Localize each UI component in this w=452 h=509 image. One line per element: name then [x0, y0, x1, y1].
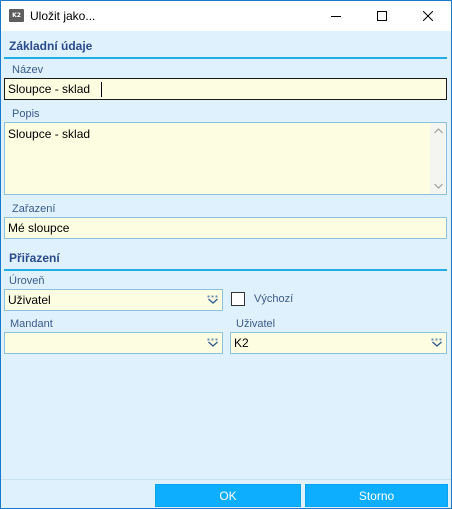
- level-select-value: Uživatel: [8, 293, 51, 307]
- category-input-value: Mé sloupce: [8, 221, 70, 235]
- name-input[interactable]: Sloupce - sklad: [4, 78, 447, 100]
- category-input[interactable]: Mé sloupce: [4, 217, 447, 239]
- level-select[interactable]: Uživatel: [4, 289, 223, 311]
- close-button[interactable]: [405, 1, 451, 31]
- default-label[interactable]: Výchozí: [254, 293, 293, 305]
- dropdown-arrow-icon: [431, 338, 442, 347]
- section-assignment-header: Přiřazení: [4, 249, 447, 271]
- dialog-content: Základní údaje Název Sloupce - sklad Pop…: [1, 31, 451, 479]
- save-as-dialog: K2 Uložit jako... Základní údaje Název S…: [0, 0, 452, 509]
- text-caret: [101, 82, 102, 97]
- description-textarea[interactable]: Sloupce - sklad: [4, 122, 447, 195]
- description-value: Sloupce - sklad: [8, 127, 91, 141]
- user-select[interactable]: K2: [230, 332, 447, 354]
- level-label: Úroveň: [9, 275, 45, 287]
- dropdown-arrow-icon: [207, 295, 218, 304]
- window-title: Uložit jako...: [30, 9, 96, 23]
- section-assignment-title: Přiřazení: [9, 251, 60, 265]
- name-input-value: Sloupce - sklad: [8, 82, 91, 96]
- title-bar[interactable]: K2 Uložit jako...: [1, 1, 451, 31]
- name-label: Název: [12, 64, 44, 76]
- section-basic-header: Základní údaje: [4, 37, 447, 59]
- close-icon: [423, 11, 433, 21]
- minimize-button[interactable]: [313, 1, 359, 31]
- mandant-select[interactable]: [4, 332, 223, 354]
- maximize-button[interactable]: [359, 1, 405, 31]
- cancel-button[interactable]: Storno: [305, 484, 448, 507]
- default-checkbox[interactable]: [231, 292, 245, 306]
- maximize-icon: [377, 11, 387, 21]
- scroll-down-button[interactable]: [430, 178, 446, 194]
- user-label: Uživatel: [236, 318, 276, 330]
- category-label: Zařazení: [12, 203, 56, 215]
- mandant-label: Mandant: [10, 318, 53, 330]
- description-scrollbar[interactable]: [430, 123, 446, 194]
- minimize-icon: [331, 16, 341, 17]
- dialog-footer: OK Storno: [1, 479, 451, 508]
- section-basic-title: Základní údaje: [9, 39, 93, 53]
- ok-button[interactable]: OK: [155, 484, 301, 507]
- description-label: Popis: [12, 108, 40, 120]
- user-select-value: K2: [234, 336, 249, 350]
- chevron-down-icon: [433, 183, 443, 189]
- app-icon: K2: [9, 9, 24, 22]
- dropdown-arrow-icon: [207, 338, 218, 347]
- scroll-up-button[interactable]: [430, 123, 446, 139]
- chevron-up-icon: [433, 128, 443, 134]
